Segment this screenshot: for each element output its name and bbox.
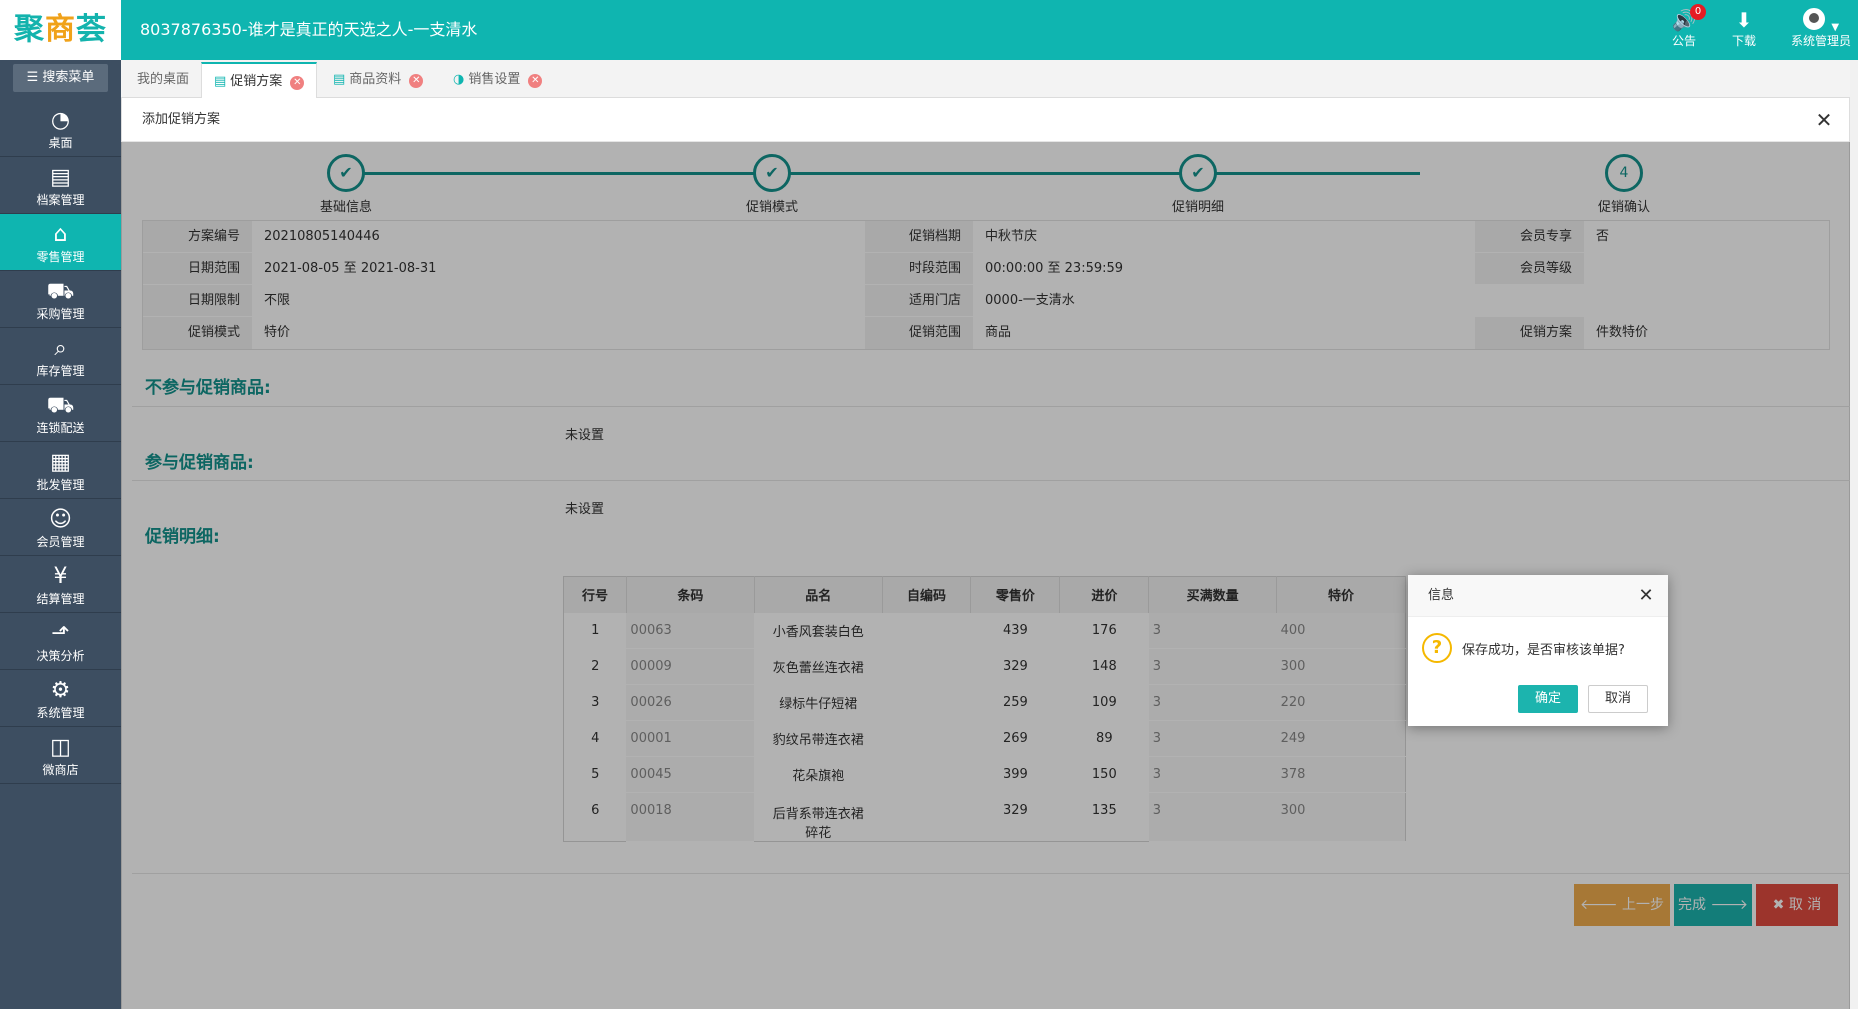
gear-icon: ⚙	[50, 678, 71, 703]
tab-label: 销售设置	[468, 72, 521, 87]
sidebar-item-label: 系统管理	[36, 706, 85, 720]
logo-text-3: 荟	[76, 12, 107, 47]
dialog-cancel-button[interactable]: 取消	[1588, 685, 1648, 713]
sidebar-item-archive[interactable]: ▤ 档案管理	[0, 157, 121, 214]
user-label: 系统管理员	[1790, 34, 1851, 48]
sidebar-item-system[interactable]: ⚙ 系统管理	[0, 670, 121, 727]
sidebar-item-desktop[interactable]: ◔ 桌面	[0, 100, 121, 157]
notice-badge: 0	[1690, 4, 1706, 20]
sidebar-item-purchase[interactable]: ⛟ 采购管理	[0, 271, 121, 328]
sidebar: ☰ 搜索菜单 ◔ 桌面 ▤ 档案管理 ⌂ 零售管理 ⛟ 采购管理 ⌕ 库存管理 ⛟ 连锁配送…	[0, 60, 121, 1009]
list-icon: ▤	[333, 72, 346, 87]
sidebar-item-label: 批发管理	[36, 478, 85, 492]
logo-accent: 商	[45, 12, 76, 47]
logo-text-1: 聚	[14, 12, 45, 47]
sidebar-item-label: 桌面	[48, 136, 73, 150]
store-icon: ⌂	[53, 222, 68, 247]
dialog-message: 保存成功，是否审核该单据?	[1462, 643, 1625, 658]
sidebar-item-retail[interactable]: ⌂ 零售管理	[0, 214, 121, 271]
bag-icon: ◫	[50, 735, 71, 760]
sidebar-item-label: 库存管理	[36, 364, 85, 378]
tab-label: 我的桌面	[137, 72, 190, 87]
close-icon[interactable]: ✕	[1634, 575, 1658, 617]
user-menu[interactable]: ▼ 系统管理员	[1784, 8, 1858, 49]
truck-icon: ⛟	[46, 393, 75, 418]
caret-down-icon: ▼	[1831, 22, 1840, 33]
confirm-dialog: 信息 ✕ ? 保存成功，是否审核该单据? 确定 取消	[1408, 575, 1668, 726]
tab-sales-settings[interactable]: ◑ 销售设置 ✕	[441, 62, 554, 98]
tab-my-desktop[interactable]: 我的桌面	[125, 62, 201, 98]
close-icon[interactable]: ✕	[528, 74, 543, 88]
sidebar-item-label: 会员管理	[36, 535, 85, 549]
settlement-icon: ¥	[53, 564, 68, 589]
sidebar-item-member[interactable]: ☺ 会员管理	[0, 499, 121, 556]
download-label: 下载	[1731, 34, 1756, 48]
question-icon: ?	[1422, 633, 1452, 663]
file-icon: ▤	[50, 165, 71, 190]
sidebar-item-delivery[interactable]: ⛟ 连锁配送	[0, 385, 121, 442]
download-button[interactable]: ⬇ 下载	[1714, 8, 1774, 49]
close-icon[interactable]: ✕	[290, 76, 305, 90]
wholesale-icon: ▦	[50, 450, 71, 475]
member-icon: ☺	[49, 507, 72, 532]
tab-promotion-plan[interactable]: ▤ 促销方案 ✕	[201, 62, 318, 99]
search-menu-button[interactable]: ☰ 搜索菜单	[13, 64, 108, 92]
dialog-header: 信息 ✕	[1408, 575, 1668, 617]
confirm-button[interactable]: 确定	[1518, 685, 1578, 713]
sidebar-item-label: 微商店	[42, 763, 79, 777]
tab-product-info[interactable]: ▤ 商品资料 ✕	[321, 62, 435, 98]
dialog-body: ? 保存成功，是否审核该单据?	[1408, 617, 1668, 677]
menu-search-icon: ☰	[26, 70, 43, 85]
tab-label: 商品资料	[349, 72, 402, 87]
sidebar-item-label: 档案管理	[36, 193, 85, 207]
notice-label: 公告	[1671, 34, 1696, 48]
scrollbar[interactable]	[1850, 60, 1858, 1009]
notice-button[interactable]: 🔊 0 公告	[1654, 4, 1714, 49]
inventory-icon: ⌕	[54, 336, 67, 361]
header-title: 8037876350-谁才是真正的天选之人-一支清水	[140, 20, 478, 39]
sidebar-item-analysis[interactable]: ⬏ 决策分析	[0, 613, 121, 670]
cart-icon: ⛟	[46, 279, 75, 304]
sidebar-item-label: 决策分析	[36, 649, 85, 663]
close-icon[interactable]: ✕	[409, 74, 424, 88]
top-header: 聚商荟 8037876350-谁才是真正的天选之人-一支清水 🔊 0 公告 ⬇ …	[0, 0, 1858, 60]
chart-icon: ⬏	[51, 621, 70, 646]
sidebar-item-label: 连锁配送	[36, 421, 85, 435]
sidebar-item-label: 采购管理	[36, 307, 85, 321]
sidebar-item-wholesale[interactable]: ▦ 批发管理	[0, 442, 121, 499]
sidebar-item-inventory[interactable]: ⌕ 库存管理	[0, 328, 121, 385]
contrast-icon: ◑	[453, 72, 465, 87]
sidebar-item-shop[interactable]: ◫ 微商店	[0, 727, 121, 784]
dashboard-icon: ◔	[50, 108, 71, 133]
panel-header: 添加促销方案 ✕	[122, 98, 1849, 142]
sidebar-item-settlement[interactable]: ¥ 结算管理	[0, 556, 121, 613]
logo[interactable]: 聚商荟	[0, 0, 121, 60]
avatar-icon: ▼	[1784, 8, 1858, 33]
dialog-title: 信息	[1428, 588, 1455, 603]
panel-title: 添加促销方案	[142, 112, 221, 127]
close-icon[interactable]: ✕	[1809, 98, 1839, 142]
sidebar-item-label: 结算管理	[36, 592, 85, 606]
tab-label: 促销方案	[230, 74, 283, 89]
list-icon: ▤	[214, 74, 227, 89]
download-icon: ⬇	[1735, 8, 1753, 32]
sidebar-item-label: 零售管理	[36, 250, 85, 264]
search-menu-label: 搜索菜单	[42, 70, 95, 85]
tab-bar: 我的桌面 ▤ 促销方案 ✕ ▤ 商品资料 ✕ ◑ 销售设置 ✕	[121, 60, 1858, 99]
